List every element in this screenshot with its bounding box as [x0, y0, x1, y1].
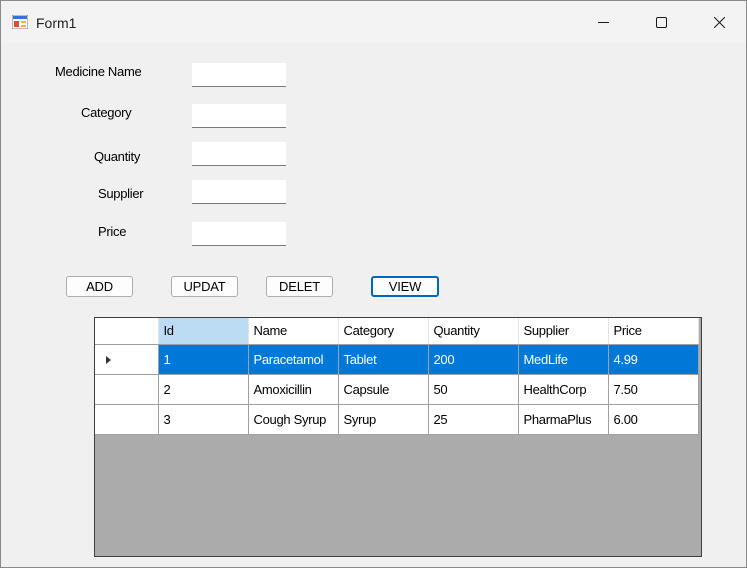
grid-header-row: Id Name Category Quantity Supplier Price: [95, 318, 699, 345]
cell-price[interactable]: 6.00: [608, 404, 699, 435]
table-row[interactable]: 3 Cough Syrup Syrup 25 PharmaPlus 6.00: [95, 404, 699, 435]
cell-name[interactable]: Amoxicillin: [248, 374, 339, 405]
maximize-button[interactable]: [632, 1, 690, 43]
main-window: Form1 Medicine Name Category Quantity Su…: [0, 0, 747, 568]
window-title: Form1: [36, 15, 77, 31]
cell-supplier[interactable]: HealthCorp: [518, 374, 609, 405]
cell-id[interactable]: 2: [158, 374, 249, 405]
table-row[interactable]: 1 Paracetamol Tablet 200 MedLife 4.99: [95, 344, 699, 375]
cell-name[interactable]: Cough Syrup: [248, 404, 339, 435]
column-header-quantity[interactable]: Quantity: [428, 318, 519, 345]
column-header-price[interactable]: Price: [608, 318, 699, 345]
close-icon: [713, 16, 725, 28]
table-row[interactable]: 2 Amoxicillin Capsule 50 HealthCorp 7.50: [95, 374, 699, 405]
row-header[interactable]: [95, 404, 159, 435]
cell-category[interactable]: Capsule: [338, 374, 429, 405]
grid-corner-header[interactable]: [95, 318, 159, 345]
supplier-input[interactable]: [192, 180, 286, 204]
close-button[interactable]: [690, 1, 747, 43]
title-bar[interactable]: Form1: [1, 1, 746, 43]
cell-name[interactable]: Paracetamol: [248, 344, 339, 375]
add-button[interactable]: ADD: [66, 276, 133, 297]
column-header-category[interactable]: Category: [338, 318, 429, 345]
cell-category[interactable]: Tablet: [338, 344, 429, 375]
row-header[interactable]: [95, 344, 159, 375]
cell-price[interactable]: 4.99: [608, 344, 699, 375]
cell-quantity[interactable]: 50: [428, 374, 519, 405]
cell-category[interactable]: Syrup: [338, 404, 429, 435]
price-input[interactable]: [192, 222, 286, 246]
category-input[interactable]: [192, 104, 286, 128]
row-header[interactable]: [95, 374, 159, 405]
cell-quantity[interactable]: 200: [428, 344, 519, 375]
minimize-button[interactable]: [574, 1, 632, 43]
cell-quantity[interactable]: 25: [428, 404, 519, 435]
cell-price[interactable]: 7.50: [608, 374, 699, 405]
current-row-arrow-icon: [106, 355, 111, 364]
form-icon: [11, 14, 29, 30]
column-header-name[interactable]: Name: [248, 318, 339, 345]
medicine-data-grid[interactable]: Id Name Category Quantity Supplier Price…: [94, 317, 702, 557]
minimize-icon: [597, 17, 609, 28]
column-header-supplier[interactable]: Supplier: [518, 318, 609, 345]
maximize-icon: [655, 16, 667, 28]
column-header-id[interactable]: Id: [158, 318, 249, 345]
update-button[interactable]: UPDAT: [171, 276, 238, 297]
quantity-input[interactable]: [192, 142, 286, 166]
view-button[interactable]: VIEW: [371, 276, 439, 297]
delete-button[interactable]: DELET: [266, 276, 333, 297]
cell-id[interactable]: 1: [158, 344, 249, 375]
price-label: Price: [98, 224, 127, 239]
cell-id[interactable]: 3: [158, 404, 249, 435]
cell-supplier[interactable]: PharmaPlus: [518, 404, 609, 435]
quantity-label: Quantity: [94, 149, 141, 164]
supplier-label: Supplier: [98, 186, 144, 201]
category-label: Category: [81, 105, 132, 120]
medicine-name-input[interactable]: [192, 63, 286, 87]
medicine-name-label: Medicine Name: [55, 64, 142, 79]
cell-supplier[interactable]: MedLife: [518, 344, 609, 375]
